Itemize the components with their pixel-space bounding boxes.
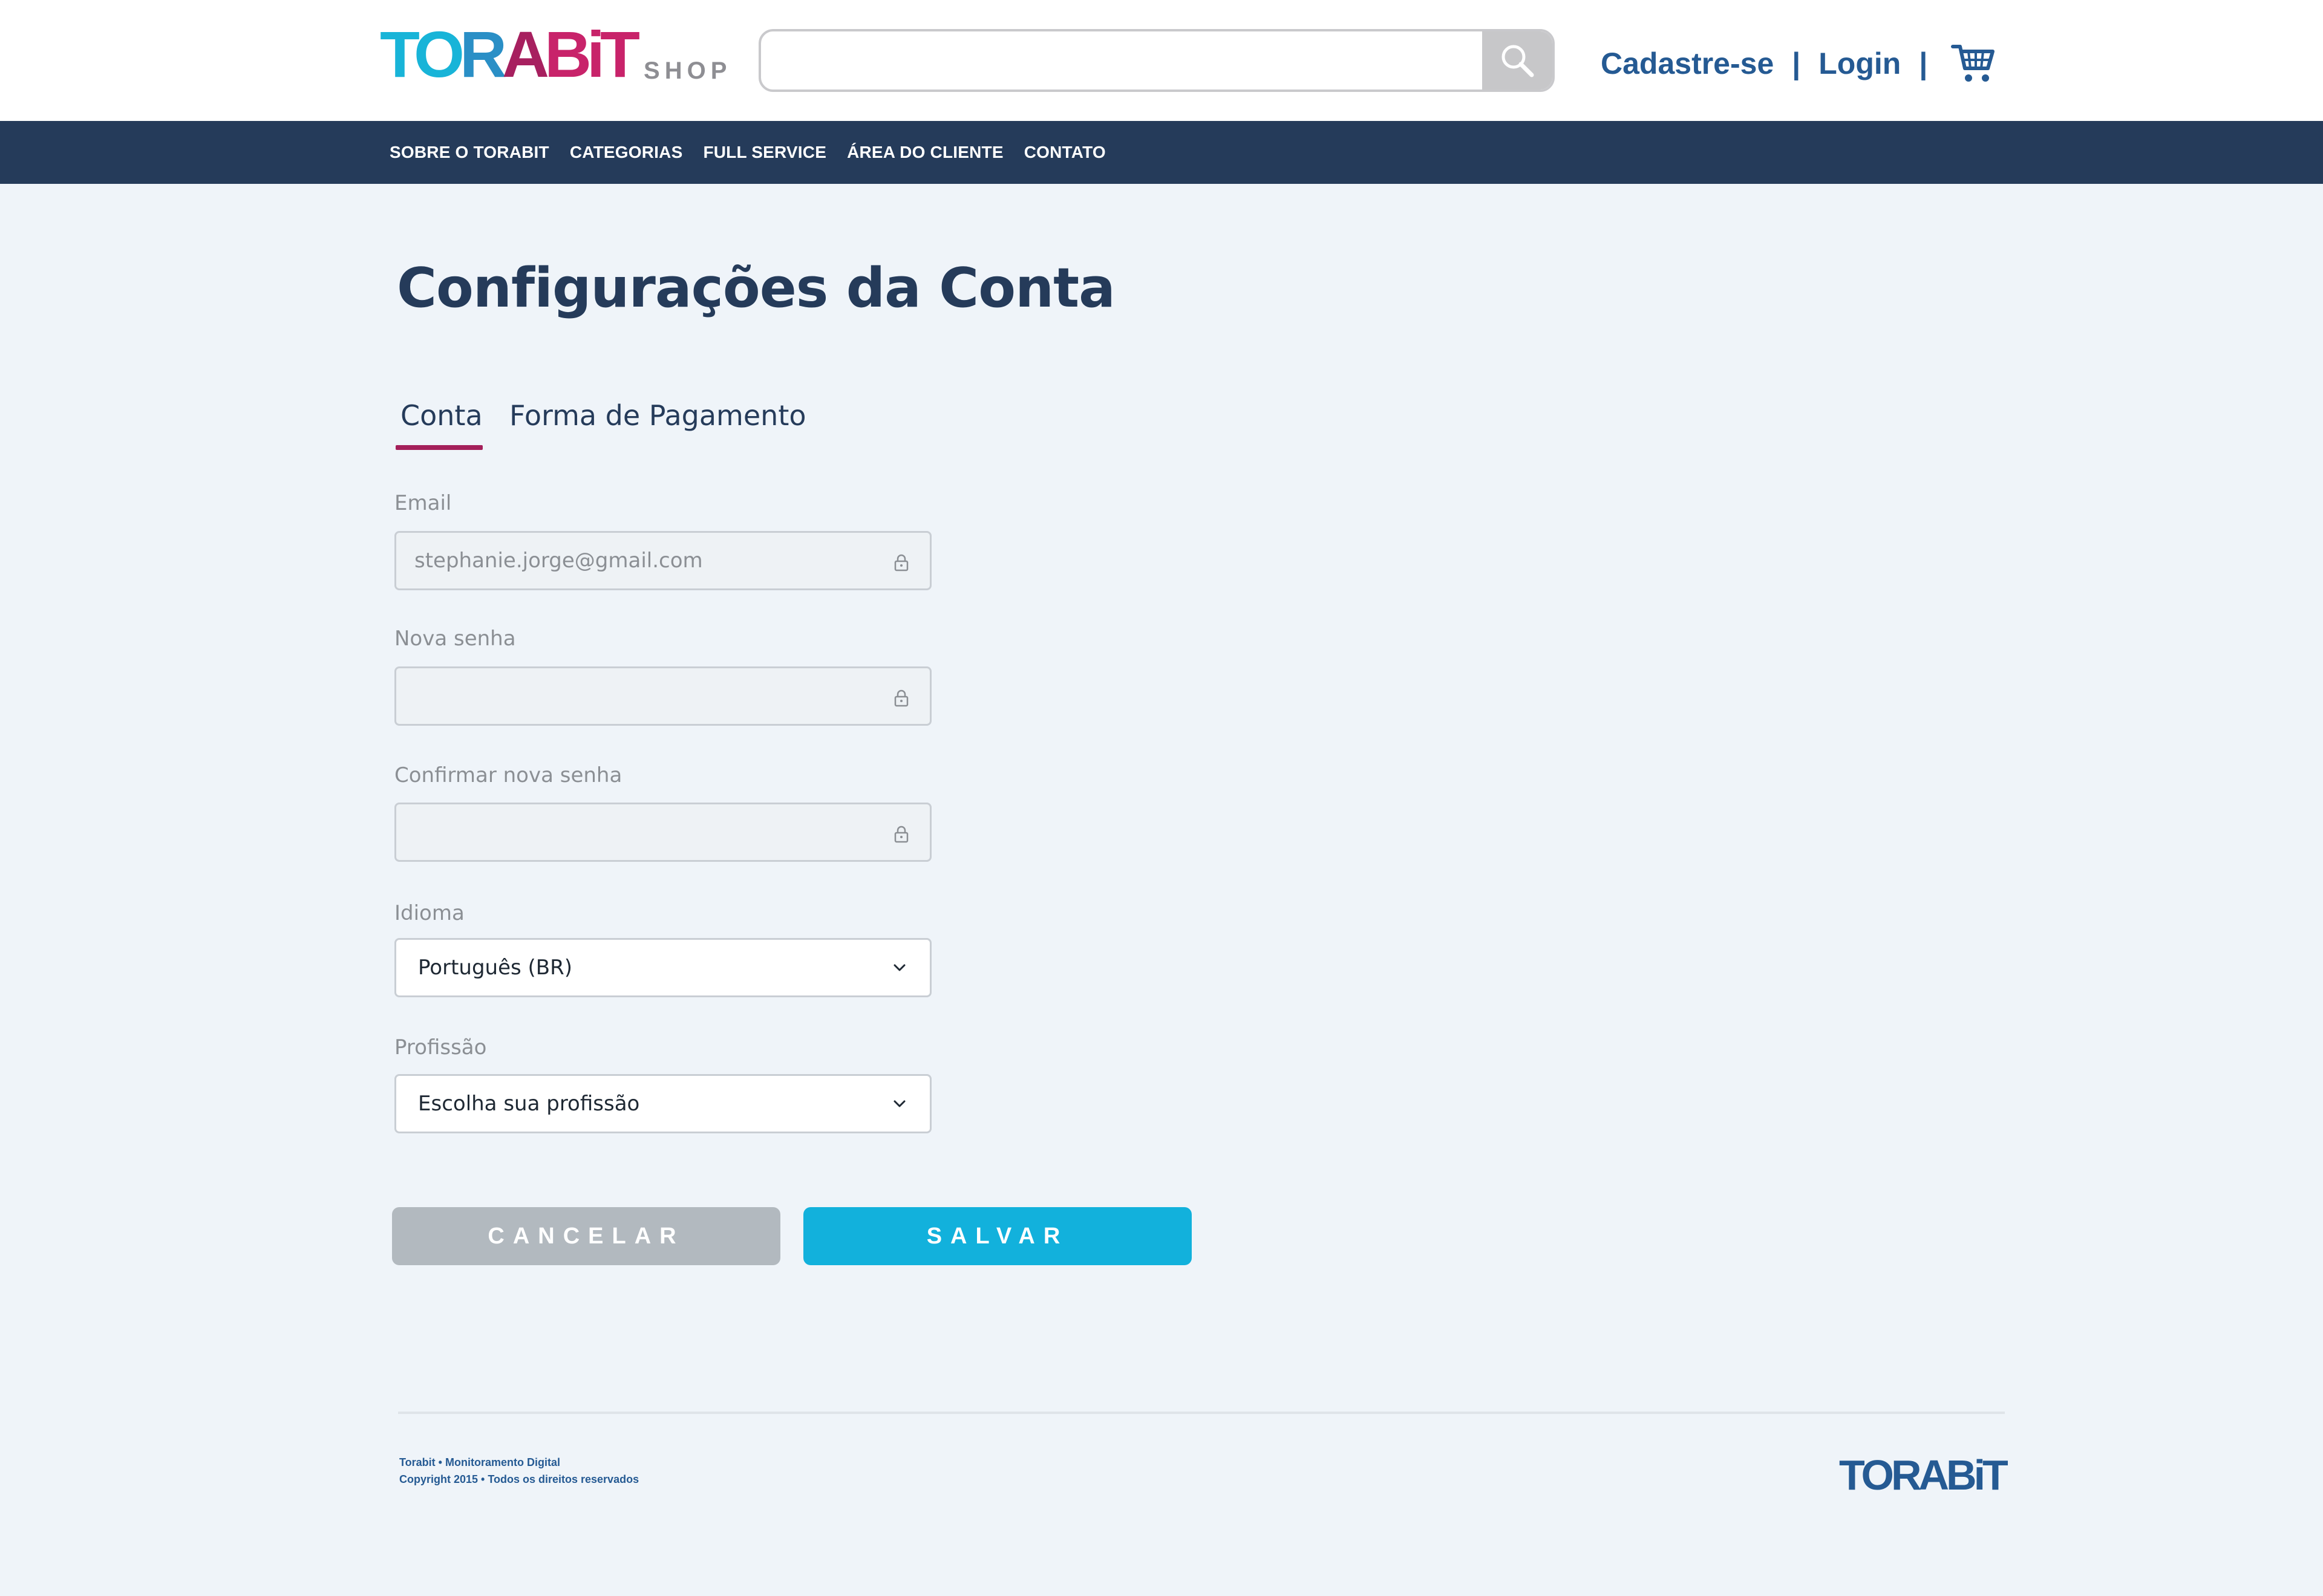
footer-info: Torabit • Monitoramento Digital Copyrigh… — [399, 1454, 639, 1488]
site-header: TORABiT SHOP Cadastre-se | Login | — [0, 0, 2323, 121]
cancel-button[interactable]: CANCELAR — [392, 1207, 780, 1265]
chevron-down-icon — [894, 964, 906, 971]
page-title: Configurações da Conta — [397, 256, 1116, 320]
nav-item-categorias[interactable]: CATEGORIAS — [570, 143, 683, 162]
chevron-down-icon — [894, 1100, 906, 1107]
profession-label: Profissão — [394, 1035, 487, 1060]
language-label: Idioma — [394, 901, 465, 925]
nav-item-sobre[interactable]: SOBRE O TORABIT — [390, 143, 549, 162]
new-password-label: Nova senha — [394, 627, 516, 651]
cart-icon — [1951, 45, 1995, 82]
new-password-input[interactable] — [396, 668, 892, 724]
search-icon — [1501, 45, 1534, 77]
torabit-shop-logo[interactable]: TORABiT SHOP — [380, 22, 732, 87]
nav-item-area-cliente[interactable]: ÁREA DO CLIENTE — [847, 143, 1004, 162]
nav-item-full-service[interactable]: FULL SERVICE — [703, 143, 826, 162]
profession-select[interactable]: Escolha sua profissão — [394, 1074, 932, 1133]
email-input[interactable] — [396, 533, 892, 588]
auth-links: Cadastre-se | Login | — [1601, 36, 1996, 91]
separator: | — [1919, 47, 1928, 80]
nav-item-contato[interactable]: CONTATO — [1024, 143, 1106, 162]
footer-line-2: Copyright 2015 • Todos os direitos reser… — [399, 1473, 639, 1485]
email-field — [394, 531, 932, 590]
language-select[interactable]: Português (BR) — [394, 938, 932, 997]
separator: | — [1792, 47, 1801, 80]
signup-link[interactable]: Cadastre-se — [1601, 46, 1774, 81]
search-bar — [759, 29, 1555, 92]
login-link[interactable]: Login — [1818, 46, 1901, 81]
email-label: Email — [394, 491, 452, 515]
footer-logo: TORABiT — [1839, 1451, 2008, 1499]
lock-icon — [894, 554, 909, 572]
search-input[interactable] — [761, 31, 1485, 90]
language-value: Português (BR) — [418, 956, 572, 980]
lock-icon — [894, 689, 909, 707]
profession-value: Escolha sua profissão — [418, 1092, 640, 1116]
save-button[interactable]: SALVAR — [803, 1207, 1192, 1265]
confirm-password-label: Confirmar nova senha — [394, 763, 622, 787]
footer-line-1: Torabit • Monitoramento Digital — [399, 1456, 560, 1468]
logo-shop-text: SHOP — [644, 57, 732, 84]
confirm-password-input[interactable] — [396, 804, 892, 860]
main-nav: SOBRE O TORABIT CATEGORIAS FULL SERVICE … — [0, 121, 2323, 184]
lock-icon — [894, 826, 909, 843]
new-password-field — [394, 666, 932, 726]
logo-wordmark: TORABiT — [380, 18, 640, 91]
search-button[interactable] — [1482, 31, 1552, 90]
tab-forma-pagamento[interactable]: Forma de Pagamento — [509, 399, 806, 432]
cart-button[interactable] — [1950, 42, 1996, 85]
footer-divider — [398, 1412, 2005, 1414]
tab-conta[interactable]: Conta — [396, 399, 483, 450]
confirm-password-field — [394, 803, 932, 862]
